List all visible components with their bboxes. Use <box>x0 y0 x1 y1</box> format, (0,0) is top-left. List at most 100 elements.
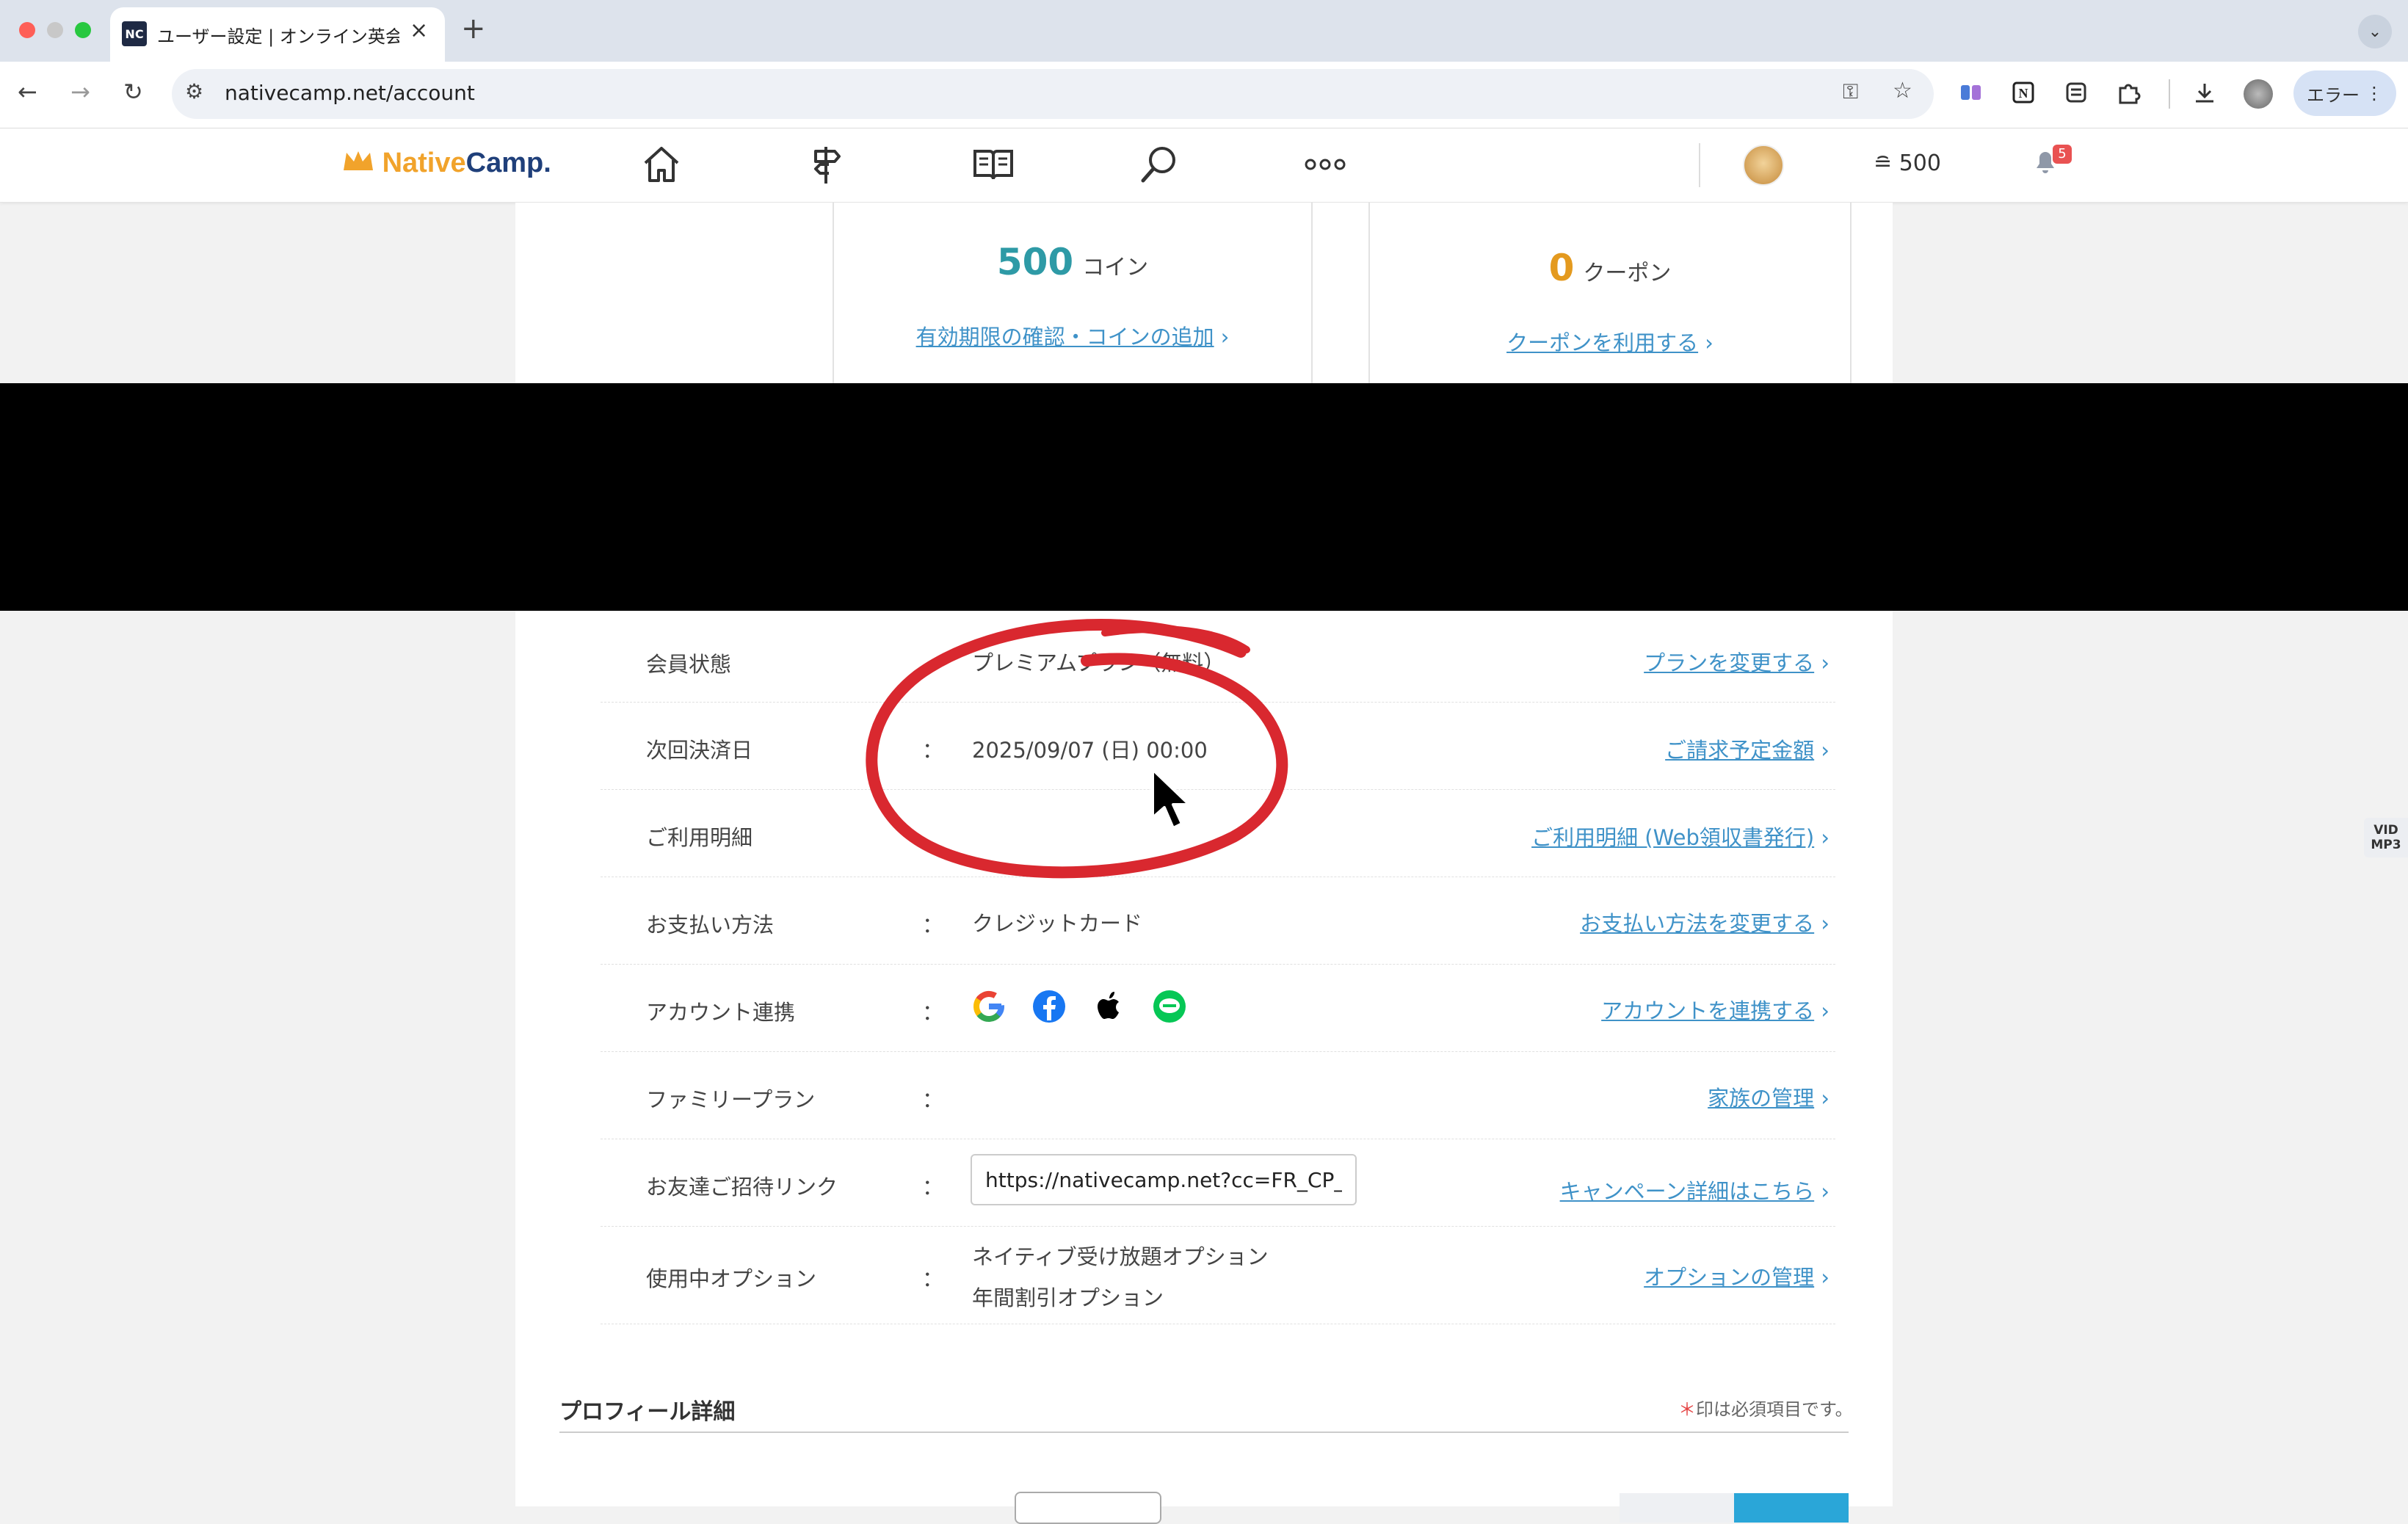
row-value: 2025/09/07 (日) 00:00 <box>972 738 1208 763</box>
row-label: ご利用明細 <box>646 825 753 850</box>
table-row-family-plan: ファミリープラン ： 家族の管理 › <box>601 1052 1835 1139</box>
row-colon: ： <box>922 1175 944 1200</box>
new-tab-icon[interactable]: + <box>461 12 486 46</box>
coin-balance-value: 500 <box>1899 150 1941 176</box>
change-plan-link[interactable]: プランを変更する <box>1644 650 1814 675</box>
close-window-button[interactable] <box>19 22 35 38</box>
change-payment-link[interactable]: お支払い方法を変更する <box>1580 911 1814 936</box>
extension-translate-icon[interactable] <box>1959 81 1984 112</box>
table-row-invite-link: お友達ご招待リンク ： キャンペーン詳細はこちら › <box>601 1139 1835 1227</box>
extensions-puzzle-icon[interactable] <box>2116 81 2141 112</box>
chevron-right-icon: › <box>1814 998 1829 1023</box>
row-colon: ： <box>922 1087 944 1112</box>
book-icon[interactable] <box>968 139 1019 190</box>
table-row-linked-accounts: アカウント連携 ： アカウントを連携する › <box>601 965 1835 1052</box>
required-note: ＊印は必須項目です。 <box>1678 1395 1853 1420</box>
tab-search-chevron-icon[interactable]: ⌄ <box>2358 15 2392 48</box>
notification-badge: 5 <box>2053 145 2072 164</box>
link-accounts-link[interactable]: アカウントを連携する <box>1601 998 1814 1023</box>
site-settings-icon[interactable]: ⚙ <box>185 79 203 104</box>
chevron-right-icon: › <box>1214 324 1230 349</box>
chevron-right-icon: › <box>1698 330 1713 355</box>
browser-tab-bar: NC ユーザー設定 | オンライン英会話 × + ⌄ <box>0 0 2408 62</box>
redaction-bar <box>0 383 2408 611</box>
notion-icon[interactable]: N <box>2012 81 2035 110</box>
row-label: 使用中オプション <box>646 1266 817 1291</box>
coin-add-link[interactable]: 有効期限の確認・コインの追加 <box>916 324 1214 349</box>
search-icon[interactable] <box>1134 139 1185 190</box>
row-colon: ： <box>922 1000 944 1025</box>
bookmark-star-icon[interactable]: ☆ <box>1893 78 1912 104</box>
table-row-next-billing: 次回決済日 ： 2025/09/07 (日) 00:00 ご請求予定金額 › <box>601 703 1835 790</box>
profile-tab-inactive[interactable] <box>1620 1493 1734 1523</box>
table-row-payment: お支払い方法 ： クレジットカード お支払い方法を変更する › <box>601 877 1835 965</box>
row-value: プレミアムプラン（無料） <box>972 650 1225 675</box>
signpost-icon[interactable] <box>802 139 853 190</box>
home-icon[interactable] <box>636 139 687 190</box>
user-avatar[interactable] <box>1743 145 1784 186</box>
favicon-icon: NC <box>122 21 147 46</box>
profile-error-label: エラー <box>2307 84 2360 106</box>
logo-text-camp: Camp. <box>465 148 551 178</box>
coupon-unit: クーポン <box>1583 261 1672 286</box>
chevron-right-icon: › <box>1814 1086 1829 1111</box>
more-dots-icon[interactable] <box>1299 139 1351 190</box>
row-colon: ： <box>922 912 944 937</box>
chevron-right-icon: › <box>1814 1179 1829 1204</box>
row-label: お友達ご招待リンク <box>646 1175 838 1200</box>
coupon-value: 0 <box>1548 247 1575 289</box>
header-divider <box>1699 143 1700 187</box>
key-icon[interactable]: ⚿ <box>1843 79 1858 104</box>
download-icon[interactable] <box>2192 81 2217 112</box>
billing-amount-link[interactable]: ご請求予定金額 <box>1665 738 1814 763</box>
badge-line-2: MP3 <box>2371 838 2401 852</box>
row-colon: ： <box>922 738 944 763</box>
coin-balance[interactable]: ≘ 500 <box>1874 150 1941 176</box>
required-star: ＊ <box>1678 1399 1696 1420</box>
minimize-window-button[interactable] <box>47 22 63 38</box>
statement-link[interactable]: ご利用明細 (Web領収書発行) <box>1531 825 1814 850</box>
chevron-right-icon: › <box>1814 650 1829 675</box>
apple-icon <box>1098 992 1119 1019</box>
back-arrow-icon[interactable]: ← <box>18 78 37 106</box>
address-bar[interactable]: ⚙ nativecamp.net/account ⚿ ☆ <box>172 69 1934 119</box>
chevron-right-icon: › <box>1814 738 1829 763</box>
browser-tab[interactable]: NC ユーザー設定 | オンライン英会話 × <box>110 7 445 62</box>
option-item: 年間割引オプション <box>972 1285 1164 1310</box>
profile-section-title: プロフィール詳細 <box>559 1399 736 1425</box>
profile-error-button[interactable]: エラー ⋮ <box>2293 70 2396 116</box>
chevron-right-icon: › <box>1814 825 1829 850</box>
coin-unit: コイン <box>1082 255 1149 280</box>
campaign-details-link[interactable]: キャンペーン詳細はこちら <box>1560 1179 1815 1204</box>
kebab-menu-icon[interactable]: ⋮ <box>2365 83 2383 104</box>
profile-avatar-icon[interactable] <box>2244 79 2273 109</box>
nativecamp-logo[interactable]: NativeCamp. <box>342 148 551 179</box>
video-downloader-extension-badge[interactable]: VID MP3 <box>2364 818 2408 857</box>
profile-tab-active[interactable] <box>1734 1493 1849 1523</box>
section-divider <box>559 1432 1849 1433</box>
reader-extension-icon[interactable] <box>2064 81 2088 110</box>
row-label: お支払い方法 <box>646 912 775 937</box>
option-item: ネイティブ受け放題オプション <box>972 1244 1269 1269</box>
badge-line-1: VID <box>2373 823 2398 838</box>
linked-account-icons <box>971 988 1188 1025</box>
reload-icon[interactable]: ↻ <box>123 78 143 106</box>
row-label: 会員状態 <box>646 652 732 677</box>
family-manage-link[interactable]: 家族の管理 <box>1708 1086 1814 1111</box>
options-manage-link[interactable]: オプションの管理 <box>1644 1265 1814 1290</box>
svg-text:N: N <box>2019 86 2028 101</box>
line-icon <box>1153 990 1186 1023</box>
tab-close-icon[interactable]: × <box>410 18 428 43</box>
invite-link-input[interactable] <box>971 1154 1357 1205</box>
url-text[interactable]: nativecamp.net/account <box>225 81 475 105</box>
coupon-card: 0 クーポン クーポンを利用する › <box>1368 203 1852 383</box>
forward-arrow-icon[interactable]: → <box>70 78 90 106</box>
profile-edit-button[interactable] <box>1015 1492 1161 1524</box>
coin-value: 500 <box>996 241 1074 283</box>
maximize-window-button[interactable] <box>75 22 91 38</box>
browser-toolbar: ← → ↻ ⚙ nativecamp.net/account ⚿ ☆ N エラー… <box>0 62 2408 128</box>
tab-title: ユーザー設定 | オンライン英会話 <box>157 26 399 47</box>
logo-text-native: Native <box>382 148 466 178</box>
coupon-use-link[interactable]: クーポンを利用する <box>1506 330 1698 355</box>
row-label: ファミリープラン <box>646 1087 816 1112</box>
